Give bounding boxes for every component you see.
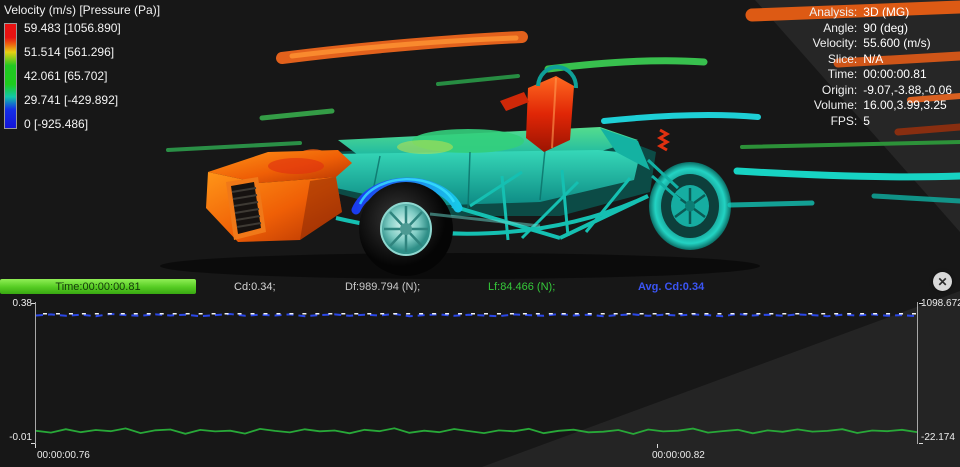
rear-wheel: [649, 162, 731, 250]
info-label: Analysis:: [809, 5, 858, 19]
axis-tick: [31, 303, 35, 304]
info-value-angle: 90 (deg): [863, 20, 908, 35]
right-axis-max: 1098.672: [921, 298, 960, 309]
legend-entry: 42.061 [65.702]: [24, 69, 108, 83]
info-value-volume: 16.00,3.99,3.25: [863, 98, 947, 112]
right-axis-min: -22.174: [921, 432, 955, 443]
analysis-info-panel: Analysis: 3D (MG) Angle: 90 (deg) Veloci…: [809, 5, 952, 128]
info-value-slice: N/A: [863, 51, 884, 66]
wake-streak: [727, 200, 815, 208]
info-label: Volume:: [813, 98, 858, 112]
info-value-origin: -9.07,-3.88,-0.06: [863, 82, 952, 97]
avg-cd-readout: Avg. Cd:0.34: [638, 281, 705, 293]
downforce-readout: Df:989.794 (N);: [345, 281, 421, 293]
info-label: Slice:: [827, 51, 858, 66]
legend-entry: 59.483 [1056.890]: [24, 21, 121, 35]
legend-entry: 0 [-925.486]: [24, 117, 89, 131]
info-label: Velocity:: [812, 36, 858, 50]
info-label: Angle:: [823, 20, 858, 35]
x-axis-label-current: 00:00:00.82: [652, 450, 705, 461]
cd-readout: Cd:0.34;: [234, 281, 276, 293]
front-wheel: [359, 182, 453, 276]
info-value-analysis: 3D (MG): [863, 5, 910, 19]
info-label: Time:: [827, 67, 858, 81]
color-legend: Velocity (m/s) [Pressure (Pa)] 59.483 [1…: [4, 3, 160, 131]
close-icon: ✕: [937, 274, 948, 289]
info-label: FPS:: [830, 113, 858, 128]
info-value-fps: 5: [863, 113, 870, 128]
status-bar: Time:00:00:00.81 Cd:0.34; Df:989.794 (N)…: [0, 272, 960, 296]
info-value-velocity: 55.600 (m/s): [863, 36, 931, 50]
lift-readout: Lf:84.466 (N);: [488, 281, 556, 293]
colorbar: [4, 23, 17, 129]
x-axis-label-start: 00:00:00.76: [37, 450, 90, 461]
chart-series: [36, 312, 917, 435]
ground-shadow: [160, 253, 760, 279]
info-value-time: 00:00:00.81: [863, 67, 927, 81]
nose-pressure-spot: [268, 158, 324, 174]
legend-entry: 51.514 [561.296]: [24, 45, 115, 59]
axis-tick: [35, 444, 36, 448]
left-axis-min: -0.01: [9, 432, 32, 443]
legend-title: Velocity (m/s) [Pressure (Pa)]: [4, 3, 161, 17]
axis-tick: [657, 444, 658, 448]
cockpit-highlight: [397, 140, 453, 154]
chart-plot[interactable]: [35, 302, 918, 444]
time-progress-label: Time:00:00:00.81: [55, 280, 141, 293]
left-axis-max: 0.38: [12, 298, 32, 309]
legend-entry: 29.741 [-429.892]: [24, 93, 119, 107]
axis-tick: [919, 303, 923, 304]
rear-spring: [656, 128, 671, 152]
car-model: [160, 64, 815, 279]
axis-tick: [919, 443, 923, 444]
cfd-simulation-window: Velocity (m/s) [Pressure (Pa)] 59.483 [1…: [0, 0, 960, 467]
close-button[interactable]: ✕: [933, 272, 952, 291]
mirror-wing: [500, 92, 529, 111]
info-label: Origin:: [821, 82, 858, 97]
series-lf: [36, 427, 917, 435]
time-progress-bar: Time:00:00:00.81: [0, 279, 196, 294]
firewall: [526, 76, 574, 152]
history-chart-panel: 0.38 -0.01 1098.672 -22.174 00:00:00.76 …: [0, 296, 960, 467]
